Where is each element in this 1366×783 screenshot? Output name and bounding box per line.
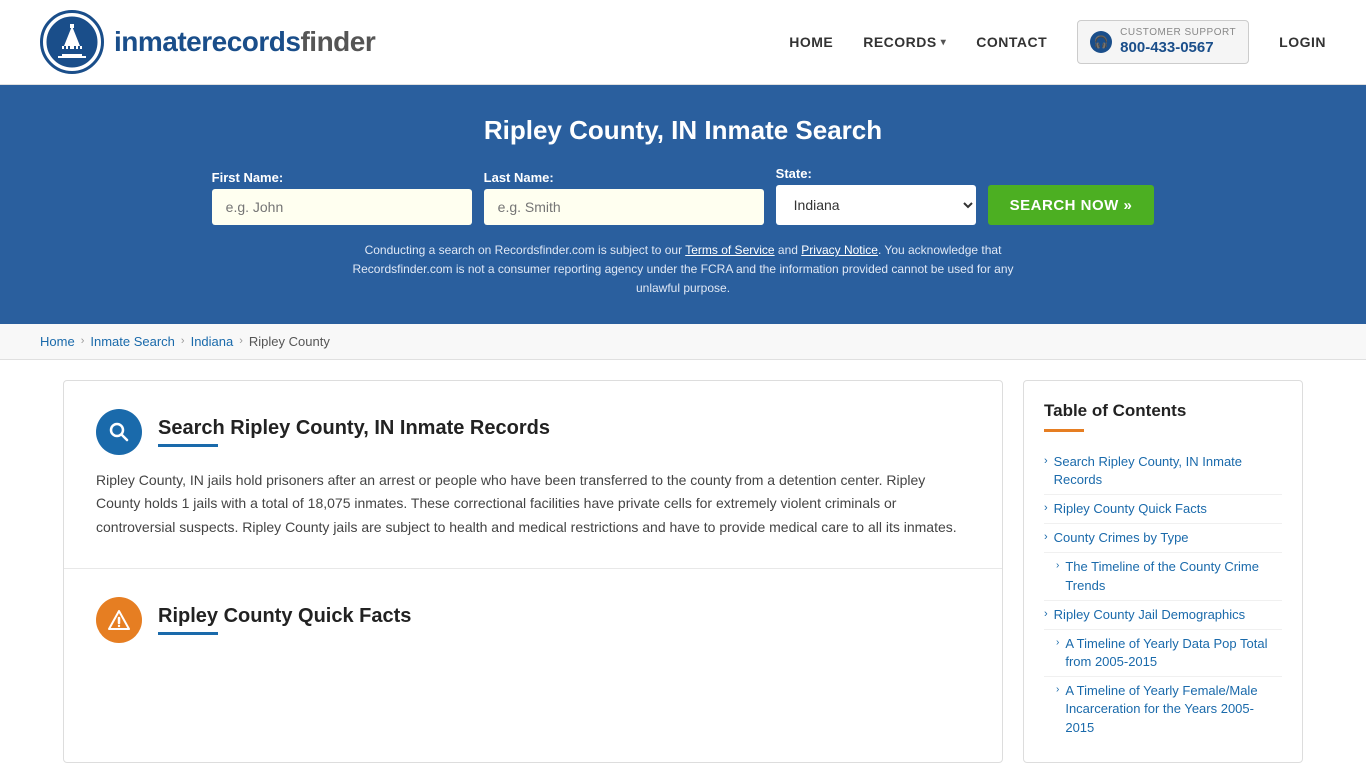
privacy-link[interactable]: Privacy Notice xyxy=(801,243,878,257)
breadcrumb-indiana[interactable]: Indiana xyxy=(191,334,234,349)
main-content: Search Ripley County, IN Inmate Records … xyxy=(43,380,1323,763)
toc-link-1[interactable]: Search Ripley County, IN Inmate Records xyxy=(1054,453,1282,489)
support-box[interactable]: 🎧 CUSTOMER SUPPORT 800-433-0567 xyxy=(1077,20,1249,64)
last-name-group: Last Name: xyxy=(484,170,764,225)
state-select[interactable]: Indiana xyxy=(776,185,976,225)
main-nav: HOME RECORDS ▾ CONTACT 🎧 CUSTOMER SUPPOR… xyxy=(789,20,1326,64)
toc-link-2[interactable]: Ripley County Quick Facts xyxy=(1054,500,1207,518)
tos-link[interactable]: Terms of Service xyxy=(685,243,774,257)
breadcrumb-sep-2: › xyxy=(181,335,185,347)
toc-chevron-3: › xyxy=(1044,531,1048,543)
toc-item-3: › County Crimes by Type xyxy=(1044,524,1282,553)
breadcrumb-current: Ripley County xyxy=(249,334,330,349)
first-name-label: First Name: xyxy=(212,170,284,185)
section1-underline xyxy=(158,444,218,447)
logo-area: inmaterecordsfinder xyxy=(40,10,375,74)
toc-link-3[interactable]: County Crimes by Type xyxy=(1054,529,1189,547)
state-label: State: xyxy=(776,166,812,181)
nav-records[interactable]: RECORDS ▾ xyxy=(863,34,946,50)
section2-title-block: Ripley County Quick Facts xyxy=(158,605,411,635)
logo-text: inmaterecordsfinder xyxy=(114,26,375,58)
site-header: inmaterecordsfinder HOME RECORDS ▾ CONTA… xyxy=(0,0,1366,85)
logo-icon xyxy=(40,10,104,74)
toc-divider xyxy=(1044,429,1084,432)
toc-item-2: › Ripley County Quick Facts xyxy=(1044,495,1282,524)
toc-item-1: › Search Ripley County, IN Inmate Record… xyxy=(1044,448,1282,495)
toc-chevron-1: › xyxy=(1044,455,1048,467)
section-quick-facts: Ripley County Quick Facts xyxy=(64,569,1002,685)
toc-link-5[interactable]: Ripley County Jail Demographics xyxy=(1054,606,1245,624)
toc-item-7: › A Timeline of Yearly Female/Male Incar… xyxy=(1044,677,1282,742)
breadcrumb-home[interactable]: Home xyxy=(40,334,75,349)
breadcrumb-sep-1: › xyxy=(81,335,85,347)
toc-chevron-4: › xyxy=(1056,560,1059,571)
section2-title: Ripley County Quick Facts xyxy=(158,605,411,628)
login-button[interactable]: LOGIN xyxy=(1279,34,1326,50)
nav-contact[interactable]: CONTACT xyxy=(976,34,1047,50)
section-inmate-records: Search Ripley County, IN Inmate Records … xyxy=(64,381,1002,569)
last-name-input[interactable] xyxy=(484,189,764,225)
section1-title: Search Ripley County, IN Inmate Records xyxy=(158,417,550,440)
state-group: State: Indiana xyxy=(776,166,976,225)
alert-section-icon xyxy=(96,597,142,643)
nav-home[interactable]: HOME xyxy=(789,34,833,50)
headphone-icon: 🎧 xyxy=(1090,31,1112,53)
toc-chevron-2: › xyxy=(1044,502,1048,514)
search-section-icon xyxy=(96,409,142,455)
section2-header: Ripley County Quick Facts xyxy=(96,597,970,643)
search-form: First Name: Last Name: State: Indiana SE… xyxy=(40,166,1326,225)
section1-header: Search Ripley County, IN Inmate Records xyxy=(96,409,970,455)
hero-section: Ripley County, IN Inmate Search First Na… xyxy=(0,85,1366,324)
content-left: Search Ripley County, IN Inmate Records … xyxy=(63,380,1003,763)
toc-link-4[interactable]: The Timeline of the County Crime Trends xyxy=(1065,558,1282,594)
section1-text: Ripley County, IN jails hold prisoners a… xyxy=(96,469,970,540)
section2-underline xyxy=(158,632,218,635)
last-name-label: Last Name: xyxy=(484,170,554,185)
support-info: CUSTOMER SUPPORT 800-433-0567 xyxy=(1120,27,1236,57)
toc-box: Table of Contents › Search Ripley County… xyxy=(1023,380,1303,763)
toc-title: Table of Contents xyxy=(1044,401,1282,421)
search-button[interactable]: SEARCH NOW » xyxy=(988,185,1155,225)
breadcrumb-inmate-search[interactable]: Inmate Search xyxy=(90,334,175,349)
toc-item-6: › A Timeline of Yearly Data Pop Total fr… xyxy=(1044,630,1282,677)
records-chevron-icon: ▾ xyxy=(941,37,947,48)
first-name-input[interactable] xyxy=(212,189,472,225)
hero-title: Ripley County, IN Inmate Search xyxy=(40,115,1326,146)
toc-item-4: › The Timeline of the County Crime Trend… xyxy=(1044,553,1282,600)
content-right: Table of Contents › Search Ripley County… xyxy=(1023,380,1303,763)
section1-title-block: Search Ripley County, IN Inmate Records xyxy=(158,417,550,447)
hero-disclaimer: Conducting a search on Recordsfinder.com… xyxy=(333,241,1033,299)
toc-link-7[interactable]: A Timeline of Yearly Female/Male Incarce… xyxy=(1065,682,1282,737)
first-name-group: First Name: xyxy=(212,170,472,225)
toc-chevron-5: › xyxy=(1044,608,1048,620)
toc-item-5: › Ripley County Jail Demographics xyxy=(1044,601,1282,630)
toc-link-6[interactable]: A Timeline of Yearly Data Pop Total from… xyxy=(1065,635,1282,671)
toc-chevron-7: › xyxy=(1056,684,1059,695)
breadcrumb-sep-3: › xyxy=(239,335,243,347)
breadcrumb: Home › Inmate Search › Indiana › Ripley … xyxy=(0,324,1366,360)
toc-chevron-6: › xyxy=(1056,637,1059,648)
